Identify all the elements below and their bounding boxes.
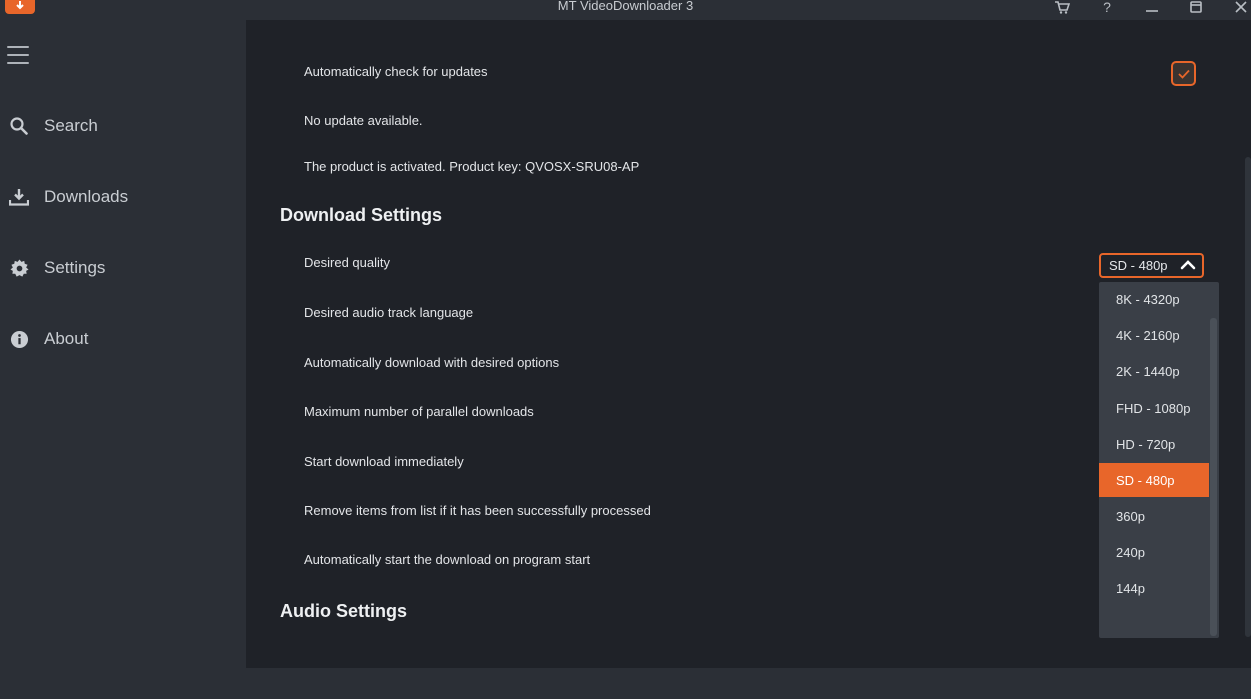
cart-icon[interactable] — [1050, 0, 1074, 14]
sidebar-item-label: About — [44, 329, 89, 348]
sidebar: Search Downloads Settings About — [0, 20, 246, 699]
audio-settings-heading: Audio Settings — [280, 601, 407, 621]
close-button[interactable] — [1229, 0, 1251, 14]
start-immediately-label: Start download immediately — [304, 454, 464, 469]
auto-update-checkbox[interactable] — [1171, 61, 1196, 86]
check-icon — [1177, 69, 1190, 79]
sidebar-item-downloads[interactable]: Downloads — [0, 177, 246, 217]
settings-panel: Automatically check for updates No updat… — [246, 20, 1251, 668]
search-icon — [9, 116, 29, 136]
activation-text: The product is activated. Product key: Q… — [304, 159, 640, 174]
quality-option[interactable]: 240p — [1099, 535, 1209, 569]
auto-download-label: Automatically download with desired opti… — [304, 355, 560, 370]
remove-processed-label: Remove items from list if it has been su… — [304, 503, 651, 518]
sidebar-item-settings[interactable]: Settings — [0, 248, 246, 288]
chevron-up-icon — [1180, 260, 1196, 270]
download-icon — [9, 187, 29, 207]
help-button[interactable]: ? — [1095, 0, 1119, 14]
quality-option[interactable]: 8K - 4320p — [1099, 282, 1209, 316]
quality-option[interactable]: 144p — [1099, 571, 1209, 605]
audio-language-label: Desired audio track language — [304, 305, 474, 320]
quality-option[interactable]: 4K - 2160p — [1099, 318, 1209, 352]
dropdown-scrollbar[interactable] — [1210, 318, 1217, 636]
quality-select-value: SD - 480p — [1109, 258, 1168, 273]
quality-select[interactable]: SD - 480p — [1099, 253, 1204, 278]
quality-option[interactable]: 360p — [1099, 499, 1209, 533]
menu-icon[interactable] — [7, 46, 29, 64]
main-scrollbar[interactable] — [1245, 157, 1251, 637]
sidebar-item-label: Search — [44, 116, 98, 135]
quality-option-selected[interactable]: SD - 480p — [1099, 463, 1209, 497]
maximize-button[interactable] — [1184, 0, 1208, 14]
quality-dropdown: 8K - 4320p 4K - 2160p 2K - 1440p FHD - 1… — [1099, 282, 1219, 638]
sidebar-item-about[interactable]: About — [0, 319, 246, 359]
minimize-button[interactable] — [1140, 0, 1164, 14]
desired-quality-label: Desired quality — [304, 255, 390, 270]
sidebar-item-label: Settings — [44, 258, 106, 277]
quality-option[interactable]: 2K - 1440p — [1099, 354, 1209, 388]
bottom-strip — [0, 668, 1251, 699]
quality-option[interactable]: HD - 720p — [1099, 427, 1209, 461]
info-icon — [9, 329, 29, 349]
download-settings-heading: Download Settings — [280, 205, 442, 225]
update-status-text: No update available. — [304, 113, 423, 128]
gear-icon — [9, 258, 29, 278]
parallel-downloads-label: Maximum number of parallel downloads — [304, 404, 534, 419]
quality-option[interactable]: FHD - 1080p — [1099, 391, 1209, 425]
sidebar-item-label: Downloads — [44, 187, 129, 206]
title-bar: MT VideoDownloader 3 ? — [0, 0, 1251, 20]
auto-update-label: Automatically check for updates — [304, 64, 488, 79]
sidebar-item-search[interactable]: Search — [0, 106, 246, 146]
autostart-label: Automatically start the download on prog… — [304, 552, 591, 567]
